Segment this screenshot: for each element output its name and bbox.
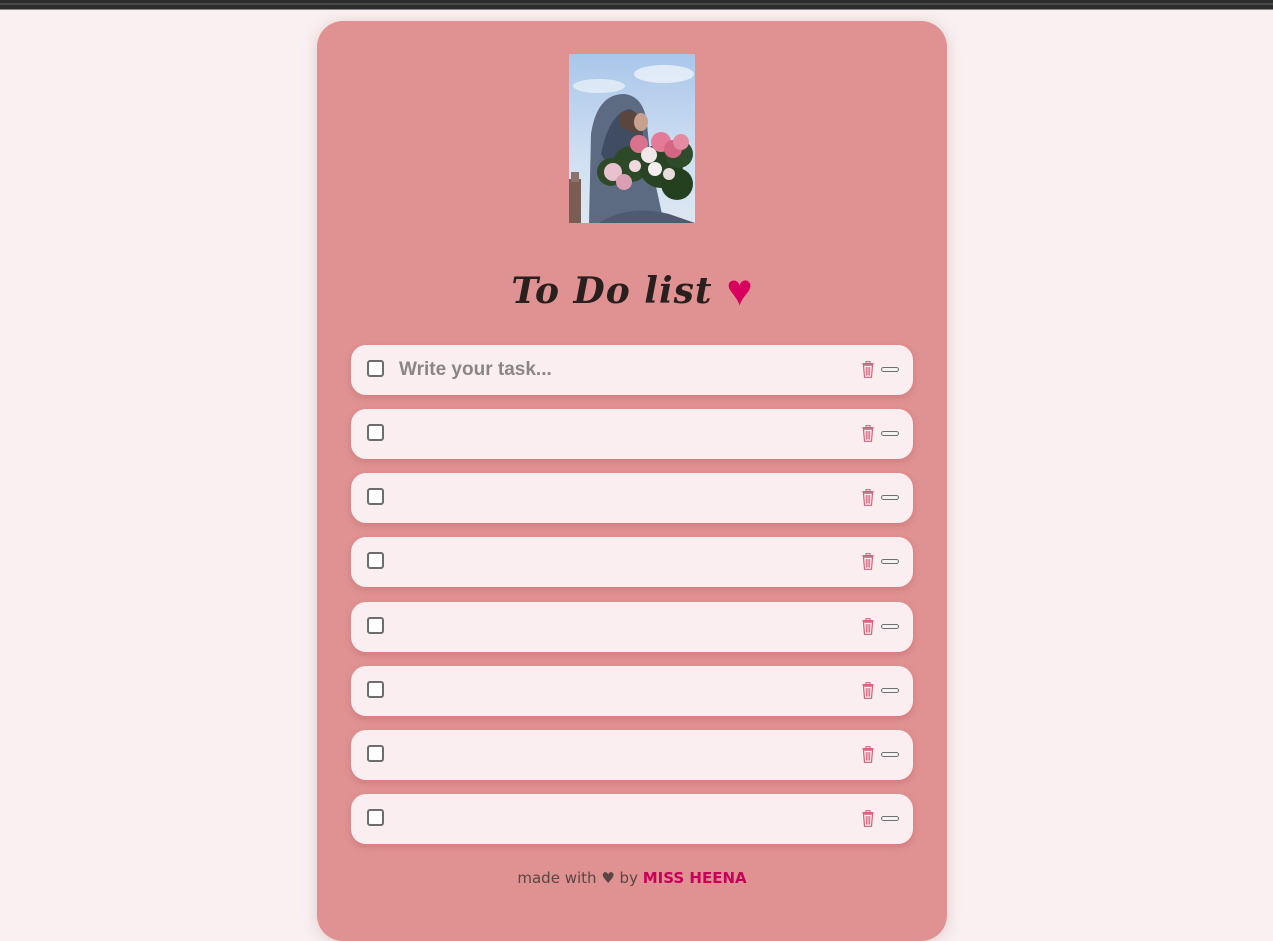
minus-icon[interactable] (881, 367, 899, 372)
author-name: MISS HEENA (643, 869, 747, 887)
minus-icon[interactable] (881, 495, 899, 500)
todo-card: To Do list ♥ (317, 21, 947, 941)
task-checkbox[interactable] (367, 488, 384, 505)
trash-icon[interactable] (862, 746, 874, 763)
trash-icon[interactable] (862, 553, 874, 570)
trash-icon[interactable] (862, 810, 874, 827)
title-text: To Do list (511, 270, 712, 312)
task-input[interactable] (399, 675, 839, 707)
footer-prefix: made with (517, 869, 596, 887)
task-input[interactable] (399, 546, 839, 578)
minus-icon[interactable] (881, 559, 899, 564)
task-checkbox[interactable] (367, 617, 384, 634)
task-checkbox[interactable] (367, 809, 384, 826)
task-row (351, 666, 913, 716)
task-row (351, 409, 913, 459)
page-title: To Do list ♥ (317, 266, 947, 316)
task-checkbox[interactable] (367, 745, 384, 762)
task-row (351, 537, 913, 587)
task-input[interactable] (399, 611, 839, 643)
browser-top-bar (0, 0, 1273, 10)
footer-by: by (620, 869, 638, 887)
task-row (351, 602, 913, 652)
task-input[interactable] (399, 482, 839, 514)
trash-icon[interactable] (862, 425, 874, 442)
footer: made with ♥ by MISS HEENA (317, 869, 947, 887)
trash-icon[interactable] (862, 618, 874, 635)
task-input[interactable] (399, 803, 839, 835)
minus-icon[interactable] (881, 431, 899, 436)
task-checkbox[interactable] (367, 424, 384, 441)
task-checkbox[interactable] (367, 681, 384, 698)
task-row (351, 345, 913, 395)
minus-icon[interactable] (881, 624, 899, 629)
heart-icon: ♥ (727, 266, 753, 316)
minus-icon[interactable] (881, 688, 899, 693)
minus-icon[interactable] (881, 752, 899, 757)
task-checkbox[interactable] (367, 360, 384, 377)
task-input[interactable] (399, 354, 839, 386)
profile-photo (569, 54, 695, 223)
trash-icon[interactable] (862, 682, 874, 699)
task-input[interactable] (399, 739, 839, 771)
task-checkbox[interactable] (367, 552, 384, 569)
trash-icon[interactable] (862, 489, 874, 506)
task-input[interactable] (399, 418, 839, 450)
task-row (351, 730, 913, 780)
task-row (351, 473, 913, 523)
task-row (351, 794, 913, 844)
trash-icon[interactable] (862, 361, 874, 378)
minus-icon[interactable] (881, 816, 899, 821)
footer-heart-icon: ♥ (601, 869, 614, 887)
